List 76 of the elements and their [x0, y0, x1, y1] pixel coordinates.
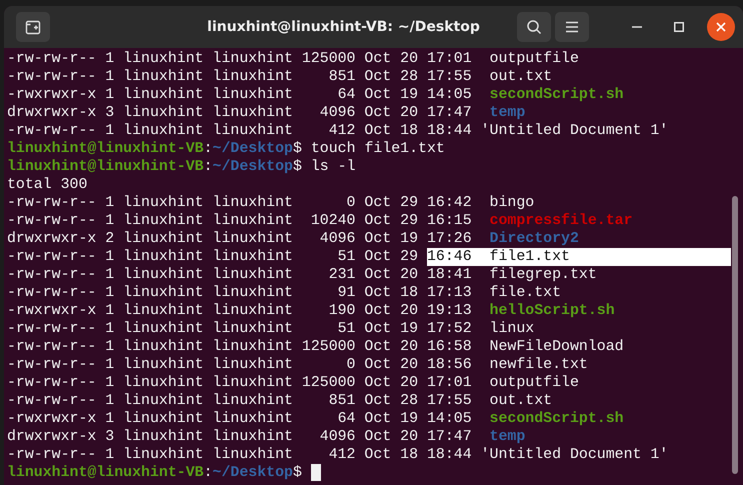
prompt-symbol: $ [292, 140, 302, 158]
file-details: -rw-rw-r-- 1 linuxhint linuxhint 231 Oct 20 [7, 266, 418, 284]
file-details: drwxrwxr-x 3 linuxhint linuxhint 4096 Oct 20 [7, 428, 418, 446]
file-time: 18:44 [426, 122, 472, 140]
output-text: total 300 [7, 176, 88, 194]
file-name: newfile.txt [488, 356, 588, 374]
file-name: bingo [488, 194, 534, 212]
file-time: 17:55 [426, 392, 472, 410]
file-name: filegrep.txt [488, 266, 597, 284]
file-name: 'Untitled Document 1' [480, 446, 668, 464]
prompt-separator: : [204, 140, 213, 158]
file-time: 17:26 [426, 230, 472, 248]
file-time: 17:55 [426, 68, 472, 86]
prompt-user: linuxhint@linuxhint-VB [7, 140, 204, 158]
prompt-symbol: $ [292, 158, 302, 176]
file-name: out.txt [488, 392, 552, 410]
file-name: Directory2 [488, 230, 579, 248]
file-details: -rw-rw-r-- 1 linuxhint linuxhint 125000 Oct 20 [7, 374, 418, 392]
file-name: out.txt [488, 68, 552, 86]
file-details: -rw-rw-r-- 1 linuxhint linuxhint 125000 Oct 20 [7, 50, 418, 68]
file-time: 18:56 [426, 356, 472, 374]
file-details: drwxrwxr-x 3 linuxhint linuxhint 4096 Oct 20 [7, 104, 418, 122]
prompt-separator: : [204, 158, 213, 176]
file-details: -rw-rw-r-- 1 linuxhint linuxhint 10240 Oct 29 [7, 212, 418, 230]
file-name: 'Untitled Document 1' [480, 122, 668, 140]
file-time: 14:05 [426, 86, 472, 104]
prompt-path: ~/Desktop [212, 158, 293, 176]
file-time: 16:46 [426, 248, 472, 266]
file-details: -rw-rw-r-- 1 linuxhint linuxhint 51 Oct 29 [7, 248, 418, 266]
window-title: linuxhint@linuxhint-VB: ~/Desktop [206, 19, 481, 35]
file-time: 17:13 [426, 284, 472, 302]
file-details: drwxrwxr-x 2 linuxhint linuxhint 4096 Oct 19 [7, 230, 418, 248]
file-time: 16:58 [426, 338, 472, 356]
file-name: temp [488, 428, 526, 446]
file-time: 17:01 [426, 374, 472, 392]
file-name: secondScript.sh [488, 410, 624, 428]
file-name: file1.txt [472, 248, 731, 266]
prompt-separator: : [204, 464, 213, 482]
file-name: secondScript.sh [488, 86, 624, 104]
file-time: 18:44 [426, 446, 472, 464]
file-time: 17:47 [426, 104, 472, 122]
file-time: 19:13 [426, 302, 472, 320]
file-time: 18:41 [426, 266, 472, 284]
file-details: -rwxrwxr-x 1 linuxhint linuxhint 190 Oct 20 [7, 302, 418, 320]
file-name: outputfile [488, 50, 579, 68]
file-details: -rw-rw-r-- 1 linuxhint linuxhint 851 Oct 28 [7, 392, 418, 410]
file-details: -rwxrwxr-x 1 linuxhint linuxhint 64 Oct 19 [7, 86, 418, 104]
prompt-symbol: $ [292, 464, 302, 482]
file-time: 17:47 [426, 428, 472, 446]
file-details: -rwxrwxr-x 1 linuxhint linuxhint 64 Oct 19 [7, 410, 418, 428]
file-time: 17:52 [426, 320, 472, 338]
file-details: -rw-rw-r-- 1 linuxhint linuxhint 0 Oct 20 [7, 356, 418, 374]
file-name: compressfile.tar [488, 212, 633, 230]
file-time: 16:42 [426, 194, 472, 212]
file-name: temp [488, 104, 526, 122]
prompt-path: ~/Desktop [212, 464, 293, 482]
file-details: -rw-rw-r-- 1 linuxhint linuxhint 412 Oct 18 [7, 122, 418, 140]
file-details: -rw-rw-r-- 1 linuxhint linuxhint 125000 Oct 20 [7, 338, 418, 356]
file-time: 17:01 [426, 50, 472, 68]
file-name: NewFileDownload [488, 338, 624, 356]
file-details: -rw-rw-r-- 1 linuxhint linuxhint 91 Oct 18 [7, 284, 418, 302]
file-name: file.txt [488, 284, 562, 302]
command-text: touch file1.txt [310, 140, 445, 158]
file-details: -rw-rw-r-- 1 linuxhint linuxhint 412 Oct 18 [7, 446, 418, 464]
prompt-user: linuxhint@linuxhint-VB [7, 464, 204, 482]
file-details: -rw-rw-r-- 1 linuxhint linuxhint 0 Oct 29 [7, 194, 418, 212]
file-name: outputfile [488, 374, 579, 392]
prompt-path: ~/Desktop [212, 140, 293, 158]
file-time: 16:15 [426, 212, 472, 230]
command-text: ls -l [310, 158, 356, 176]
file-name: helloScript.sh [488, 302, 615, 320]
file-time: 14:05 [426, 410, 472, 428]
file-details: -rw-rw-r-- 1 linuxhint linuxhint 851 Oct 28 [7, 68, 418, 86]
prompt-user: linuxhint@linuxhint-VB [7, 158, 204, 176]
file-name: linux [488, 320, 534, 338]
file-details: -rw-rw-r-- 1 linuxhint linuxhint 51 Oct 19 [7, 320, 418, 338]
